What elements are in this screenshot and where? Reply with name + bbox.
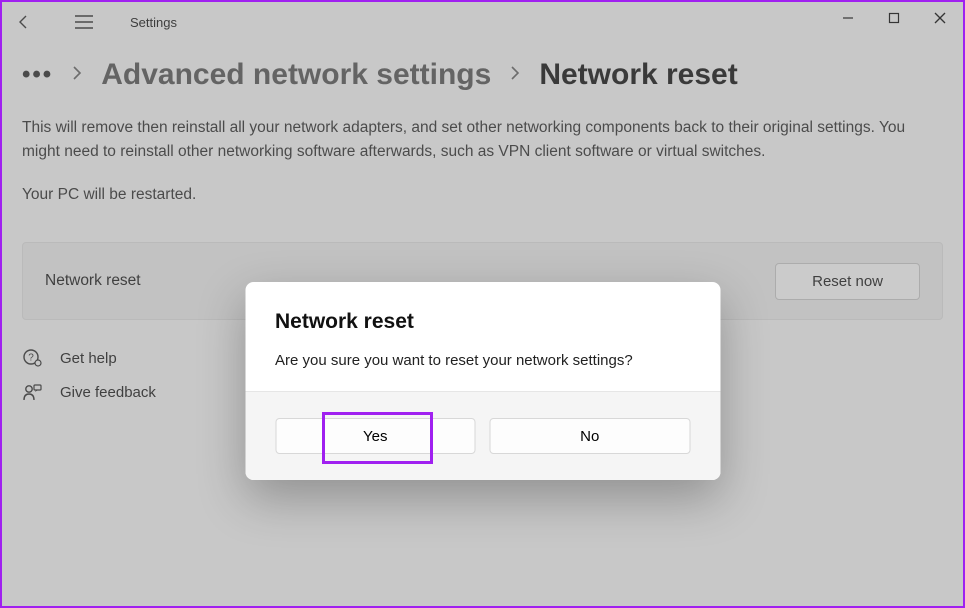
no-button[interactable]: No <box>490 418 691 454</box>
yes-button[interactable]: Yes <box>275 418 476 454</box>
dialog-message: Are you sure you want to reset your netw… <box>275 352 690 369</box>
network-reset-dialog: Network reset Are you sure you want to r… <box>245 282 720 480</box>
dialog-title: Network reset <box>275 310 690 334</box>
